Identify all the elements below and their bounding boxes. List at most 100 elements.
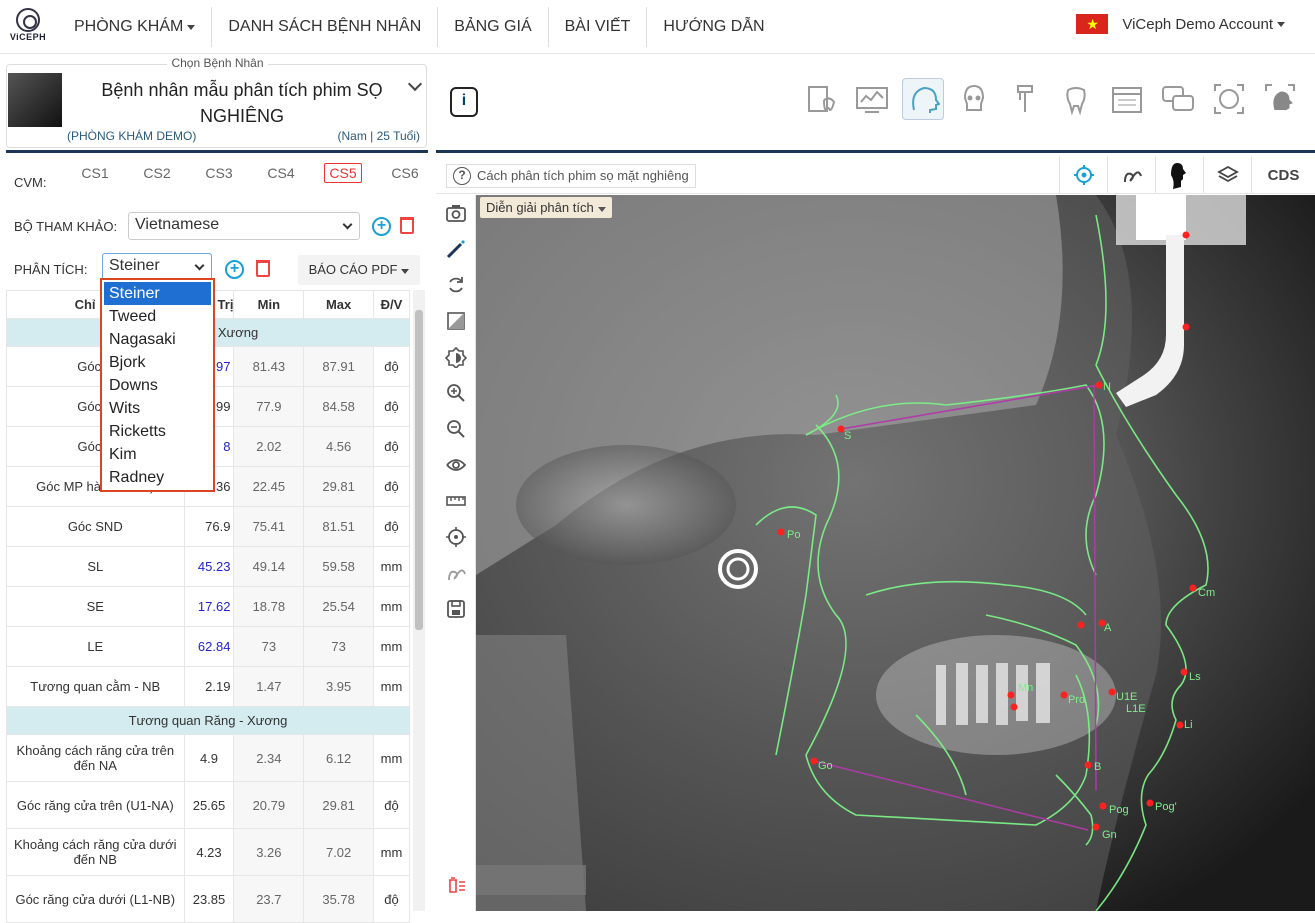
brightness-icon[interactable] <box>436 339 475 375</box>
cvm-tab-cs6[interactable]: CS6 <box>374 163 436 183</box>
caption-text: Chọn Bệnh Nhân <box>167 56 268 70</box>
nav-bang-gia[interactable]: BẢNG GIÁ <box>438 7 549 47</box>
silhouette-icon[interactable] <box>1155 156 1203 194</box>
clipboard-tooth-icon[interactable] <box>800 78 842 120</box>
analysis-option[interactable]: Ricketts <box>104 420 211 443</box>
viceph-logo[interactable]: ViCEPH <box>8 8 48 46</box>
curve-icon[interactable] <box>1107 156 1155 194</box>
cell-unit: mm <box>373 828 410 876</box>
cell-max: 3.95 <box>303 666 375 707</box>
layers-icon[interactable] <box>1203 156 1251 194</box>
target-icon[interactable] <box>1059 156 1107 194</box>
interpretation-dropdown[interactable]: Diễn giải phân tích <box>480 197 612 218</box>
analysis-option[interactable]: Tweed <box>104 305 211 328</box>
cell-max: 6.12 <box>303 734 375 782</box>
table-row[interactable]: Khoảng cách răng cửa dưới đến NB 4.23 3.26… <box>6 828 410 876</box>
trace-icon[interactable] <box>436 555 475 591</box>
analysis-option[interactable]: Wits <box>104 397 211 420</box>
table-scrollbar[interactable] <box>413 290 425 911</box>
pen-icon[interactable] <box>436 231 475 267</box>
analysis-option[interactable]: Nagasaki <box>104 328 211 351</box>
caliper-icon[interactable] <box>1004 78 1046 120</box>
chip-text: Diễn giải phân tích <box>486 200 594 215</box>
cell-min: 49.14 <box>233 546 305 587</box>
main-nav: PHÒNG KHÁM DANH SÁCH BỆNH NHÂN BẢNG GIÁ … <box>58 0 781 54</box>
reference-select[interactable]: Vietnamese <box>128 212 360 240</box>
patient-selector[interactable]: Chọn Bệnh Nhân Bệnh nhân mẫu phân tích p… <box>6 56 427 148</box>
eye-icon[interactable] <box>436 447 475 483</box>
table-row[interactable]: Góc răng cửa dưới (L1-NB) 23.85 23.7 35.78 đ… <box>6 875 410 923</box>
chevron-down-icon <box>342 219 353 230</box>
nav-phong-kham[interactable]: PHÒNG KHÁM <box>58 7 213 47</box>
pdf-report-button[interactable]: BÁO CÁO PDF <box>298 255 420 285</box>
account-menu[interactable]: ViCeph Demo Account <box>1076 14 1285 34</box>
analysis-option[interactable]: Steiner <box>104 282 211 305</box>
monitor-chart-icon[interactable] <box>851 78 893 120</box>
cell-max: 7.02 <box>303 828 375 876</box>
calendar-icon[interactable] <box>1106 78 1148 120</box>
cvm-tab-cs4[interactable]: CS4 <box>250 163 312 183</box>
analysis-panel: CVM: CS1 CS2 CS3 CS4 CS5 CS6 BỘ THAM KHẢ… <box>6 150 428 923</box>
patient-sub: (PHÒNG KHÁM DEMO) (Nam | 25 Tuổi) <box>67 129 420 143</box>
rotate-icon[interactable] <box>436 267 475 303</box>
cephalometric-xray[interactable]: N S Po Cm A Ls U1E L1E Li B Pog Pog' Gn … <box>476 195 1315 911</box>
chat-icon[interactable] <box>1157 78 1199 120</box>
caret-down-icon <box>597 207 606 212</box>
add-analysis-icon[interactable]: + <box>225 260 244 279</box>
contrast-grid-icon[interactable] <box>436 303 475 339</box>
table-row[interactable]: SE 17.62 18.78 25.54 mm <box>6 586 410 627</box>
cell-min: 20.79 <box>233 781 305 829</box>
delete-analysis-icon[interactable] <box>256 260 270 277</box>
cvm-tab-cs5[interactable]: CS5 <box>312 163 374 183</box>
camera-icon[interactable] <box>436 195 475 231</box>
table-row[interactable]: Góc SND 76.9 75.41 81.51 độ <box>6 506 410 547</box>
landmark-label: Pog <box>1109 804 1129 816</box>
ruler-icon[interactable] <box>436 483 475 519</box>
patient-clinic: (PHÒNG KHÁM DEMO) <box>67 129 197 143</box>
crosshair-icon[interactable] <box>436 519 475 555</box>
table-row[interactable]: Tương quan cằm - NB 2.19 1.47 3.95 mm <box>6 666 410 707</box>
help-button[interactable]: ? Cách phân tích phim sọ mặt nghiêng <box>446 164 696 188</box>
cvm-tab-cs1[interactable]: CS1 <box>64 163 126 183</box>
cell-name: SL <box>6 546 185 587</box>
cell-value: 62.84 <box>183 626 235 667</box>
analysis-option[interactable]: Kim <box>104 443 211 466</box>
nav-danh-sach-benh-nhan[interactable]: DANH SÁCH BỆNH NHÂN <box>212 7 439 47</box>
add-reference-icon[interactable]: + <box>372 217 391 236</box>
zoom-in-icon[interactable] <box>436 375 475 411</box>
table-row[interactable]: Góc răng cửa trên (U1-NA) 25.65 20.79 29.81… <box>6 781 410 829</box>
scroll-thumb[interactable] <box>415 310 423 630</box>
delete-list-icon[interactable] <box>436 867 476 903</box>
cell-value: 17.62 <box>183 586 235 627</box>
cvm-tab-cs3[interactable]: CS3 <box>188 163 250 183</box>
chevron-down-icon[interactable] <box>407 76 423 92</box>
table-row[interactable]: Khoảng cách răng cửa trên đến NA 4.9 2.34 6… <box>6 734 410 782</box>
cell-max: 29.81 <box>303 466 375 507</box>
info-icon[interactable]: i <box>450 87 478 117</box>
nav-bai-viet[interactable]: BÀI VIẾT <box>549 7 648 47</box>
cell-min: 1.47 <box>233 666 305 707</box>
zoom-out-icon[interactable] <box>436 411 475 447</box>
skull-icon[interactable] <box>953 78 995 120</box>
analysis-option[interactable]: Downs <box>104 374 211 397</box>
save-icon[interactable] <box>436 591 475 627</box>
landmark-label: L1E <box>1126 703 1146 715</box>
nav-huong-dan[interactable]: HƯỚNG DẪN <box>647 7 780 47</box>
cell-max: 25.54 <box>303 586 375 627</box>
analysis-option[interactable]: Radney <box>104 466 211 489</box>
face-scan-icon[interactable] <box>1208 78 1250 120</box>
cvm-tab-cs2[interactable]: CS2 <box>126 163 188 183</box>
cds-button[interactable]: CDS <box>1251 156 1315 194</box>
delete-reference-icon[interactable] <box>400 217 414 234</box>
table-row[interactable]: LE 62.84 73 73 mm <box>6 626 410 667</box>
head-profile-icon[interactable] <box>902 78 944 120</box>
analysis-option[interactable]: Bjork <box>104 351 211 374</box>
vietnam-flag-icon[interactable] <box>1076 14 1109 34</box>
patient-meta: (Nam | 25 Tuổi) <box>337 129 420 143</box>
table-row[interactable]: SL 45.23 49.14 59.58 mm <box>6 546 410 587</box>
tooth-icon[interactable] <box>1055 78 1097 120</box>
profile-scan-icon[interactable] <box>1259 78 1301 120</box>
tab-text: CS6 <box>391 165 419 181</box>
caret-down-icon <box>187 24 196 30</box>
cell-max: 4.56 <box>303 426 375 467</box>
